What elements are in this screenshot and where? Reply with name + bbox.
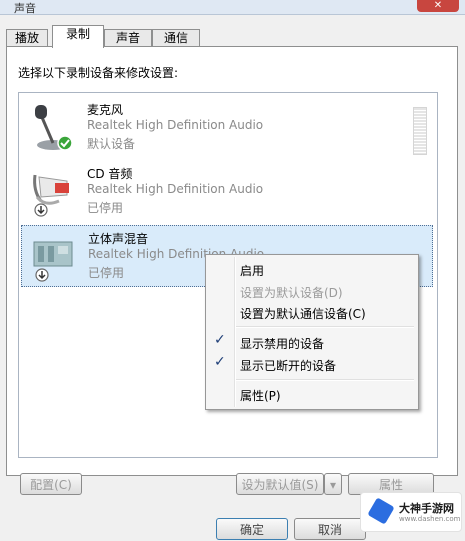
menu-item-enable[interactable]: 启用 — [240, 262, 264, 279]
menu-separator — [236, 326, 414, 328]
set-default-dropdown[interactable]: ▾ — [324, 473, 342, 495]
menu-item-properties[interactable]: 属性(P) — [240, 387, 281, 404]
watermark-url: www.dashen.com — [399, 515, 461, 523]
device-driver: Realtek High Definition Audio — [87, 118, 264, 132]
device-name: 立体声混音 — [88, 232, 149, 246]
chevron-down-icon: ▾ — [329, 478, 337, 492]
tab-recording[interactable]: 录制 — [52, 25, 104, 48]
logo-icon — [367, 497, 395, 525]
menu-item-show-disabled[interactable]: 显示禁用的设备 — [240, 335, 324, 352]
context-menu: 启用 设置为默认设备(D) 设置为默认通信设备(C) ✓ 显示禁用的设备 ✓ 显… — [205, 254, 419, 410]
device-name: CD 音频 — [87, 167, 133, 181]
device-status: 已停用 — [87, 201, 124, 215]
check-icon: ✓ — [214, 354, 226, 370]
microphone-icon — [31, 103, 75, 153]
device-item-microphone[interactable]: 麦克风 Realtek High Definition Audio 默认设备 — [21, 97, 431, 157]
menu-item-set-default[interactable]: 设置为默认设备(D) — [240, 284, 343, 301]
menu-separator — [236, 379, 414, 381]
window-close-button[interactable]: ✕ — [417, 0, 459, 12]
window-titlebar: 声音 ✕ — [0, 0, 465, 15]
cancel-button[interactable]: 取消 — [294, 518, 366, 540]
device-item-cd-audio[interactable]: CD 音频 Realtek High Definition Audio 已停用 — [21, 161, 431, 221]
window-title: 声音 — [14, 2, 36, 15]
device-status: 已停用 — [88, 266, 125, 280]
device-status: 默认设备 — [87, 137, 136, 151]
ok-button[interactable]: 确定 — [216, 518, 288, 540]
device-name: 麦克风 — [87, 103, 124, 117]
cd-audio-cable-icon — [31, 167, 75, 217]
configure-button[interactable]: 配置(C) — [20, 473, 82, 495]
check-icon: ✓ — [214, 332, 226, 348]
watermark: 大神手游网 www.dashen.com — [360, 492, 462, 532]
watermark-name: 大神手游网 — [399, 502, 454, 515]
menu-item-show-disconnected[interactable]: 显示已断开的设备 — [240, 357, 336, 374]
level-meter — [413, 107, 427, 155]
instruction-text: 选择以下录制设备来修改设置: — [18, 66, 179, 80]
device-driver: Realtek High Definition Audio — [87, 182, 264, 196]
menu-gutter — [234, 257, 236, 407]
menu-item-set-default-comm[interactable]: 设置为默认通信设备(C) — [240, 305, 366, 322]
stereo-mix-card-icon — [32, 232, 76, 282]
set-default-button[interactable]: 设为默认值(S) — [236, 473, 324, 495]
